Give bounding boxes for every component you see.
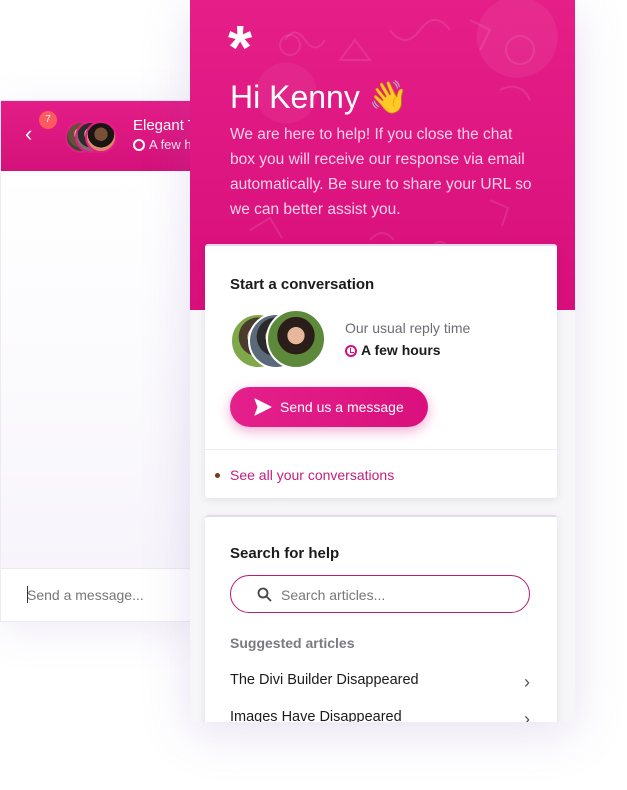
greeting-heading: Hi Kenny 👋 <box>230 79 409 115</box>
article-link[interactable]: Images Have Disappeared › <box>230 709 530 722</box>
back-arrow-icon[interactable]: ‹ <box>25 123 32 145</box>
bullet-dot <box>215 473 220 478</box>
message-input-bar[interactable]: Send a message... <box>1 568 201 621</box>
background-chat-window: ‹ 7 Elegant T A few h Send a message... <box>0 100 202 622</box>
search-icon <box>257 587 272 602</box>
team-avatars <box>230 309 330 369</box>
divider <box>205 449 557 450</box>
reply-time-text: A few h <box>149 137 192 152</box>
start-conversation-card: Start a conversation Our usual reply tim… <box>205 244 557 498</box>
logo-asterisk: * <box>228 14 253 83</box>
agent-name: Elegant T <box>133 117 197 134</box>
article-title: Images Have Disappeared <box>230 709 402 722</box>
reply-time-label: Our usual reply time <box>345 320 471 336</box>
article-link[interactable]: The Divi Builder Disappeared › <box>230 672 530 696</box>
card-title: Search for help <box>230 545 340 562</box>
reply-time-text: A few hours <box>361 342 441 358</box>
chat-header: ‹ 7 Elegant T A few h <box>1 101 201 171</box>
article-title: The Divi Builder Disappeared <box>230 672 419 688</box>
suggested-articles-heading: Suggested articles <box>230 635 355 651</box>
agent-avatars <box>65 121 119 153</box>
unread-badge: 7 <box>39 111 57 129</box>
send-message-button[interactable]: Send us a message <box>230 387 428 427</box>
search-help-card: Search for help Suggested articles The D… <box>205 515 557 722</box>
chevron-right-icon: › <box>524 672 530 692</box>
avatar <box>85 121 117 153</box>
clock-icon <box>345 345 357 357</box>
reply-time: A few h <box>133 137 192 152</box>
text-caret <box>27 586 28 603</box>
see-all-conversations-link[interactable]: See all your conversations <box>230 467 394 483</box>
send-icon <box>254 398 272 416</box>
avatar <box>266 309 326 369</box>
chat-body <box>1 171 201 569</box>
chevron-right-icon: › <box>524 709 530 722</box>
search-box[interactable] <box>230 575 530 613</box>
clock-icon <box>133 139 145 151</box>
search-input[interactable] <box>279 583 523 607</box>
hero-message: We are here to help! If you close the ch… <box>230 126 532 218</box>
card-title: Start a conversation <box>230 276 375 293</box>
send-button-label: Send us a message <box>280 399 404 415</box>
reply-time-value: A few hours <box>345 342 441 358</box>
message-input[interactable]: Send a message... <box>27 587 144 603</box>
help-widget: * Hi Kenny 👋 We are here to help! If you… <box>190 0 575 722</box>
